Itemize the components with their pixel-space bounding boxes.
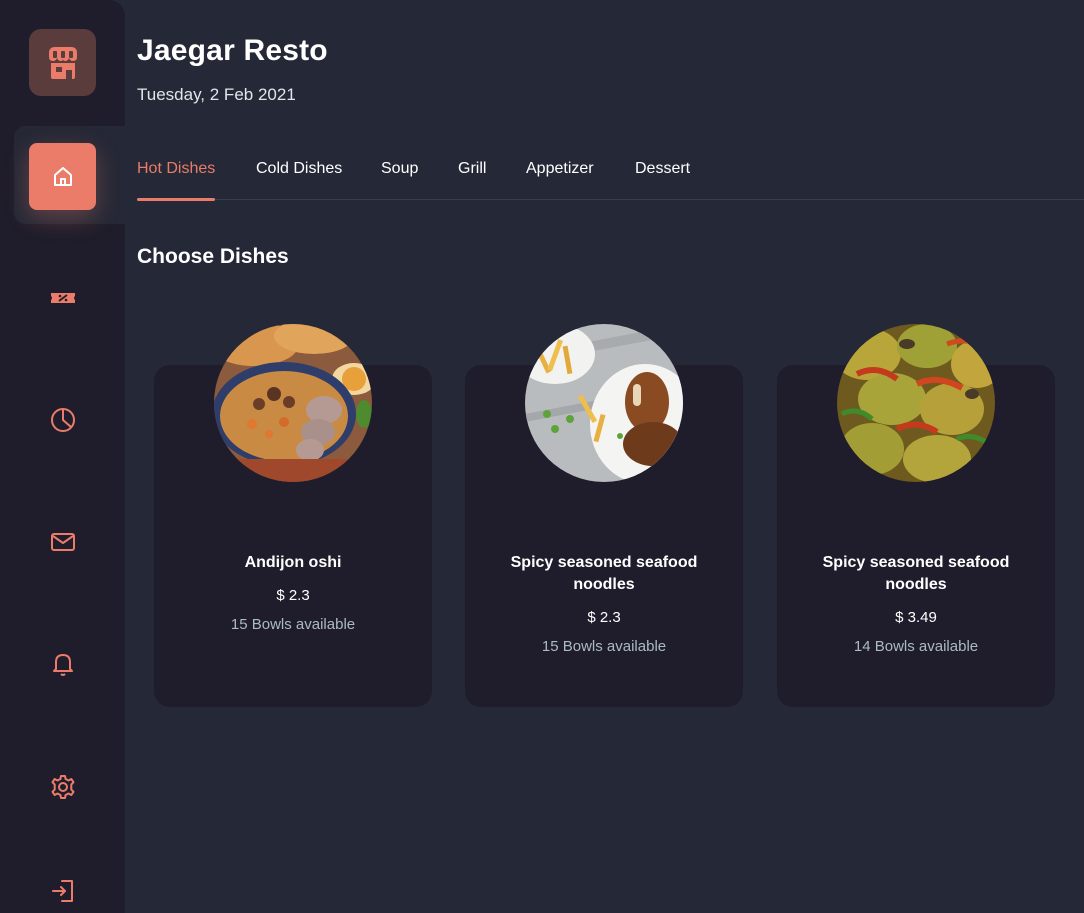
- tab-cold-dishes[interactable]: Cold Dishes: [256, 160, 342, 200]
- sidebar-item-discount[interactable]: [29, 264, 96, 331]
- store-icon: [48, 46, 77, 79]
- dish-availability: 15 Bowls available: [230, 616, 356, 633]
- app-logo[interactable]: [29, 29, 96, 96]
- gear-icon: [51, 774, 74, 799]
- dish-availability: 14 Bowls available: [853, 638, 979, 655]
- dish-card[interactable]: Spicy seasoned seafood noodles $ 3.49 14…: [777, 324, 1055, 707]
- sidebar-item-home[interactable]: [29, 143, 96, 210]
- dish-price: $ 3.49: [895, 609, 937, 626]
- category-tabs: Hot Dishes Cold Dishes Soup Grill Appeti…: [137, 160, 1084, 201]
- sidebar-item-notifications[interactable]: [29, 630, 96, 697]
- dish-name: Spicy seasoned seafood noodles: [822, 554, 1010, 593]
- pie-chart-icon: [50, 407, 75, 432]
- mail-icon: [50, 532, 75, 551]
- dish-card[interactable]: Spicy seasoned seafood noodles $ 2.3 15 …: [465, 324, 743, 707]
- dish-name: Spicy seasoned seafood noodles: [510, 554, 698, 593]
- sidebar-item-messages[interactable]: [29, 508, 96, 575]
- dish-price: $ 2.3: [276, 587, 310, 604]
- bell-icon: [52, 653, 73, 676]
- dish-image-plov: [214, 324, 372, 482]
- discount-icon: [50, 292, 75, 303]
- dish-name: Andijon oshi: [244, 554, 342, 571]
- tab-hot-dishes[interactable]: Hot Dishes: [137, 160, 216, 201]
- tab-dessert[interactable]: Dessert: [635, 160, 690, 200]
- home-icon: [53, 166, 72, 186]
- dish-image-chicken-fries: [525, 324, 683, 482]
- dish-price: $ 2.3: [587, 609, 621, 626]
- tab-appetizer[interactable]: Appetizer: [526, 160, 594, 200]
- page-title: Jaegar Resto: [137, 34, 328, 67]
- current-date: Tuesday, 2 Feb 2021: [137, 85, 296, 104]
- dish-image-stuffed-peppers: [837, 324, 995, 482]
- section-title: Choose Dishes: [137, 245, 289, 268]
- tab-soup[interactable]: Soup: [381, 160, 418, 200]
- dish-card[interactable]: Andijon oshi $ 2.3 15 Bowls available: [154, 324, 432, 707]
- logout-icon: [51, 879, 73, 902]
- sidebar-item-settings[interactable]: [29, 753, 96, 820]
- dish-availability: 15 Bowls available: [541, 638, 667, 655]
- sidebar-item-logout[interactable]: [29, 857, 96, 913]
- tab-grill[interactable]: Grill: [458, 160, 486, 200]
- sidebar-item-dashboard[interactable]: [29, 386, 96, 453]
